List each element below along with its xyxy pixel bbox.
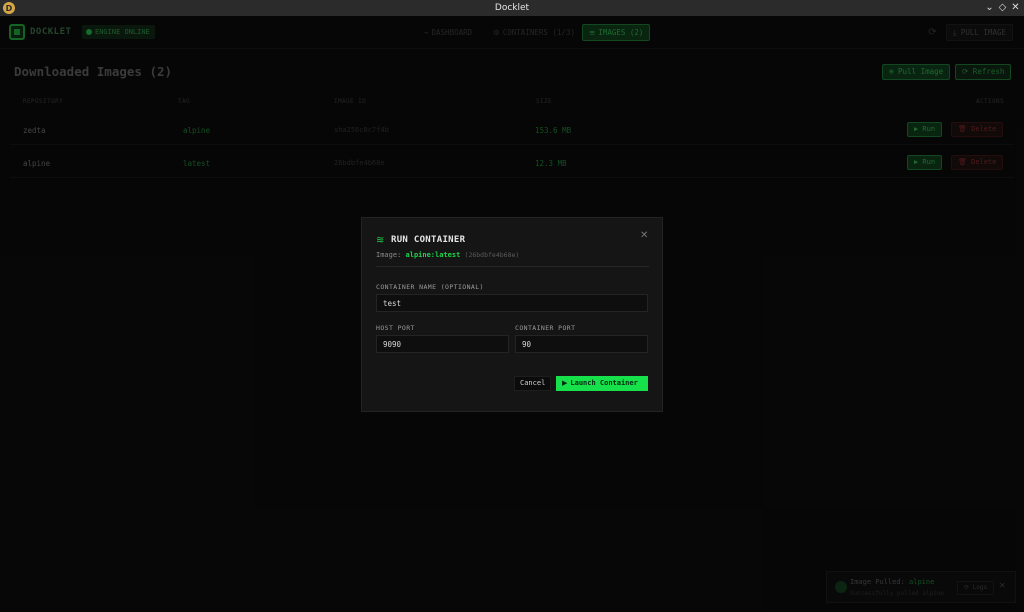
container-port-input[interactable] [515,335,648,353]
cancel-button[interactable]: Cancel [514,376,552,391]
run-container-dialog: ≋ RUN CONTAINER ✕ Image: alpine:latest (… [361,217,663,412]
restore-icon[interactable]: ◇ [996,1,1009,15]
image-reference: alpine:latest [405,251,461,259]
app-logo-icon: D [3,2,15,14]
host-port-input[interactable] [376,335,509,353]
close-window-icon[interactable]: ✕ [1009,1,1022,15]
window-title: Docklet [494,3,530,13]
container-name-label: CONTAINER NAME (OPTIONAL) [376,283,484,291]
dialog-image-info: Image: alpine:latest (26bdbfe4b68e) [376,251,520,259]
host-port-label: HOST PORT [376,324,415,332]
container-port-label: CONTAINER PORT [515,324,576,332]
dialog-title: RUN CONTAINER [391,235,466,245]
layers-icon: ≋ [376,235,385,246]
close-icon[interactable]: ✕ [640,230,648,241]
divider [376,266,649,267]
launch-container-button[interactable]: ▶ Launch Container [556,376,648,391]
window-titlebar: D Docklet ⌄ ◇ ✕ [0,0,1024,16]
container-name-input[interactable] [376,294,648,312]
play-icon: ▶ [562,379,568,387]
image-hash: (26bdbfe4b68e) [464,251,520,259]
minimize-icon[interactable]: ⌄ [983,1,996,15]
